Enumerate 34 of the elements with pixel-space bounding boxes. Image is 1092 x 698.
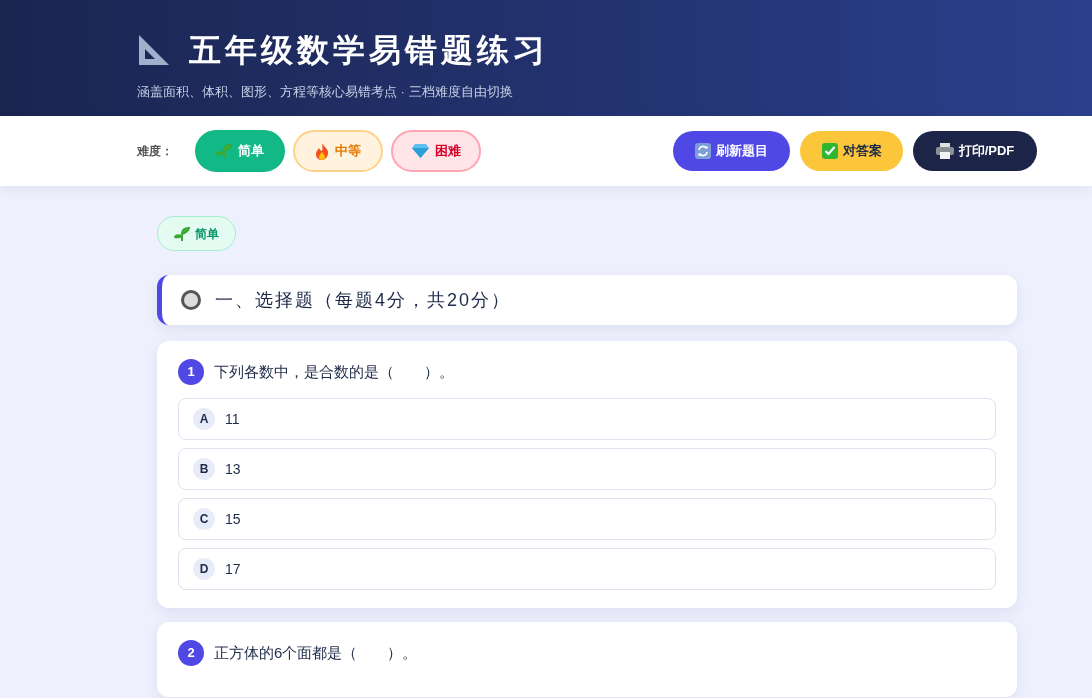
question-text: 下列各数中，是合数的是（ ）。 (214, 361, 454, 382)
option-letter: A (193, 408, 215, 430)
difficulty-badge: 简单 (157, 216, 236, 251)
diamond-icon (411, 144, 429, 158)
sprout-icon (216, 143, 232, 159)
question-number: 2 (178, 640, 204, 666)
section-title: 一、选择题（每题4分，共20分） (215, 288, 512, 312)
answer-option[interactable]: C 15 (178, 498, 996, 540)
triangle-ruler-icon (137, 33, 171, 67)
option-letter: D (193, 558, 215, 580)
answers-button[interactable]: 对答案 (800, 131, 903, 171)
option-letter: C (193, 508, 215, 530)
difficulty-tab[interactable]: 困难 (391, 130, 481, 172)
option-text: 11 (225, 409, 240, 429)
sprout-icon (174, 225, 190, 242)
option-text: 13 (225, 459, 241, 479)
radio-icon (181, 290, 201, 310)
option-letter: B (193, 458, 215, 480)
option-text: 17 (225, 559, 241, 579)
answer-option[interactable]: B 13 (178, 448, 996, 490)
page-subtitle: 涵盖面积、体积、图形、方程等核心易错考点 · 三档难度自由切换 (137, 83, 514, 101)
refresh-button[interactable]: 刷新题目 (673, 131, 790, 171)
refresh-icon (695, 143, 711, 159)
print-button[interactable]: 打印/PDF (913, 131, 1037, 171)
flame-icon (315, 142, 329, 160)
answer-option[interactable]: D 17 (178, 548, 996, 590)
option-text: 15 (225, 509, 241, 529)
question-number: 1 (178, 359, 204, 385)
difficulty-label: 难度： (137, 143, 173, 160)
printer-icon (935, 143, 954, 159)
checkmark-icon (821, 143, 838, 159)
page-title: 五年级数学易错题练习 (189, 31, 549, 70)
question-text: 正方体的6个面都是（ ）。 (214, 642, 418, 663)
answer-option[interactable]: A 11 (178, 398, 996, 440)
